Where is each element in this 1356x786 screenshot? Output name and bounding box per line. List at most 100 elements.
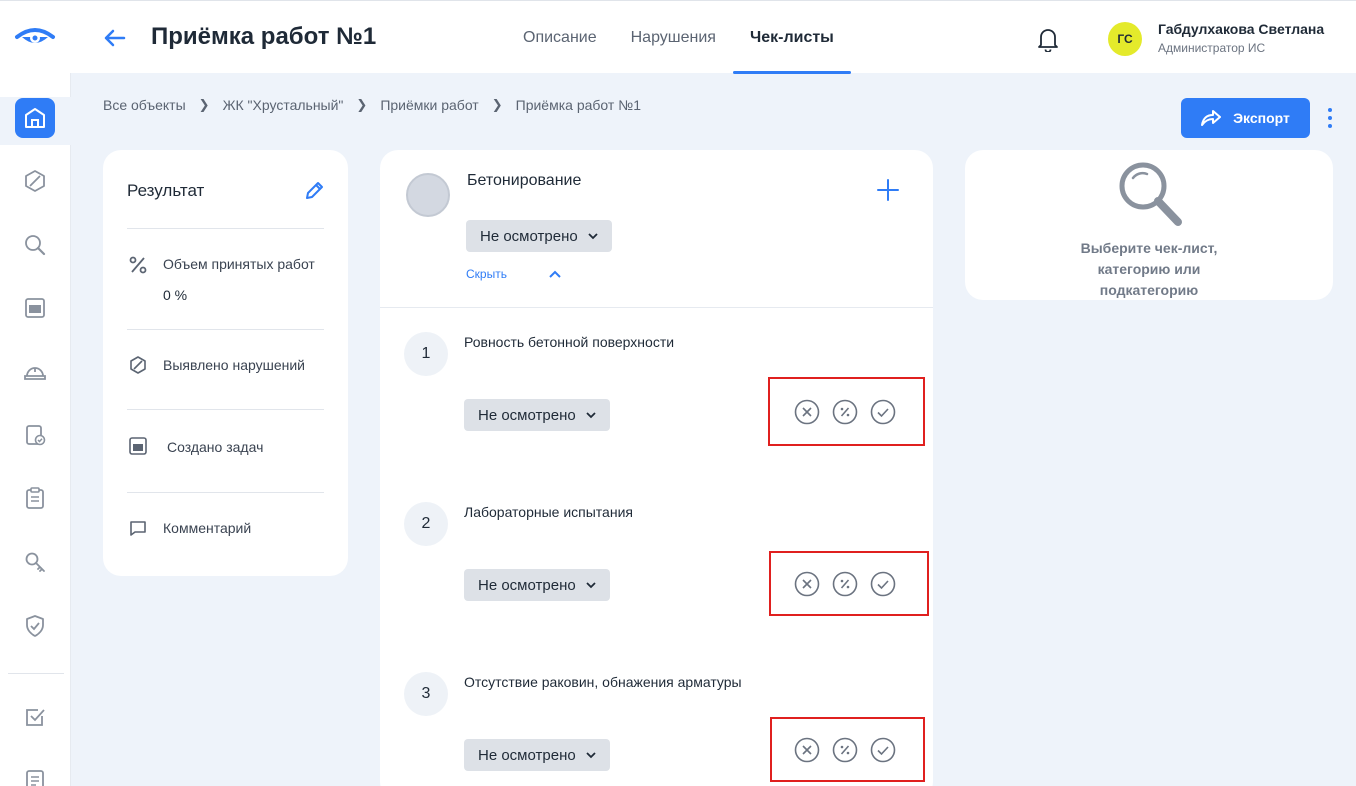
item-actions-group xyxy=(768,377,925,446)
clipboard-check-icon xyxy=(26,425,46,446)
item-status-dropdown[interactable]: Не осмотрено xyxy=(464,399,610,431)
status-label: Не осмотрено xyxy=(478,406,576,424)
violation-icon xyxy=(25,170,45,192)
section-status-circle xyxy=(406,173,450,217)
avatar[interactable]: ГС xyxy=(1108,22,1142,56)
checklist-card: Бетонирование Не осмотрено Скрыть 1 Ровн… xyxy=(380,150,933,786)
comment-icon xyxy=(127,517,149,539)
chevron-down-icon xyxy=(588,233,598,240)
sidebar-item-checklists[interactable] xyxy=(15,478,55,518)
status-label: Не осмотрено xyxy=(478,576,576,594)
search-icon xyxy=(25,235,46,256)
app-header: Приёмка работ №1 Описание Нарушения Чек-… xyxy=(0,0,1356,74)
tab-checklists[interactable]: Чек-листы xyxy=(732,1,851,74)
accepted-volume-label: Объем принятых работ xyxy=(163,256,315,272)
empty-state-text: Выберите чек-лист, категорию или подкате… xyxy=(965,238,1333,301)
empty-state-line: категорию или xyxy=(1097,261,1201,277)
magnifier-icon xyxy=(1119,162,1182,226)
item-title: Отсутствие раковин, обнажения арматуры xyxy=(464,674,742,690)
item-number: 2 xyxy=(404,502,448,546)
chevron-down-icon xyxy=(586,412,596,419)
sidebar-item-security[interactable] xyxy=(15,606,55,646)
chevron-down-icon xyxy=(586,582,596,589)
sidebar-item-documents[interactable] xyxy=(15,288,55,328)
tasks-created-label: Создано задач xyxy=(167,439,264,455)
shield-check-icon xyxy=(26,615,44,637)
document-icon xyxy=(25,298,45,318)
checkbox-icon xyxy=(26,709,45,726)
export-button[interactable]: Экспорт xyxy=(1181,98,1310,138)
reject-icon[interactable] xyxy=(794,737,820,763)
accept-check-icon[interactable] xyxy=(870,571,896,597)
page-title: Приёмка работ №1 xyxy=(151,23,377,50)
main-tabs: Описание Нарушения Чек-листы xyxy=(506,1,851,74)
reject-icon[interactable] xyxy=(794,571,820,597)
key-icon xyxy=(25,552,45,572)
violation-icon xyxy=(127,354,149,376)
breadcrumb-acceptances[interactable]: Приёмки работ xyxy=(380,97,478,113)
plus-icon[interactable] xyxy=(876,178,900,202)
divider xyxy=(127,228,324,229)
bell-icon[interactable] xyxy=(1036,26,1060,52)
accept-check-icon[interactable] xyxy=(870,399,896,425)
divider xyxy=(127,329,324,330)
chevron-down-icon xyxy=(586,752,596,759)
empty-state-line: подкатегорию xyxy=(1099,282,1199,298)
pencil-icon[interactable] xyxy=(303,180,325,202)
result-card: Результат Объем принятых работ 0 % Выявл… xyxy=(103,150,348,576)
empty-state-card: Выберите чек-лист, категорию или подкате… xyxy=(965,150,1333,300)
sidebar-item-violations[interactable] xyxy=(15,161,55,201)
item-number: 1 xyxy=(404,332,448,376)
back-arrow-icon[interactable] xyxy=(100,23,130,53)
comment-label[interactable]: Комментарий xyxy=(163,520,251,536)
sidebar-divider xyxy=(8,673,64,674)
item-title: Лабораторные испытания xyxy=(464,504,633,520)
divider xyxy=(127,409,324,410)
violations-found-label: Выявлено нарушений xyxy=(163,357,305,373)
sidebar xyxy=(0,73,71,786)
export-label: Экспорт xyxy=(1233,110,1290,126)
divider xyxy=(127,492,324,493)
eye-logo-icon[interactable] xyxy=(14,23,56,53)
chevron-right-icon: ❯ xyxy=(491,97,503,112)
chevron-right-icon: ❯ xyxy=(198,97,210,112)
share-icon xyxy=(1201,110,1222,126)
partial-percent-icon[interactable] xyxy=(832,399,858,425)
building-icon xyxy=(25,108,45,128)
sidebar-item-inspections[interactable] xyxy=(15,225,55,265)
helmet-icon xyxy=(24,367,46,380)
partial-percent-icon[interactable] xyxy=(832,737,858,763)
breadcrumb-object[interactable]: ЖК "Хрустальный" xyxy=(223,97,344,113)
tasks-icon xyxy=(127,435,149,457)
empty-state-line: Выберите чек-лист, xyxy=(1080,240,1218,256)
user-role: Администратор ИС xyxy=(1158,41,1266,55)
item-actions-group xyxy=(769,551,929,616)
chevron-up-icon[interactable] xyxy=(548,269,562,279)
status-label: Не осмотрено xyxy=(478,746,576,764)
user-name: Габдулхакова Светлана xyxy=(1158,21,1325,37)
item-actions-group xyxy=(770,717,925,782)
breadcrumb-all-objects[interactable]: Все объекты xyxy=(103,97,186,113)
sidebar-item-keys[interactable] xyxy=(15,542,55,582)
item-status-dropdown[interactable]: Не осмотрено xyxy=(464,569,610,601)
section-status-dropdown[interactable]: Не осмотрено xyxy=(466,220,612,252)
sidebar-item-objects[interactable] xyxy=(15,98,55,138)
breadcrumb: Все объекты ❯ ЖК "Хрустальный" ❯ Приёмки… xyxy=(103,97,641,113)
sidebar-item-safety[interactable] xyxy=(15,351,55,391)
accepted-volume-value: 0 % xyxy=(163,287,188,303)
hide-link[interactable]: Скрыть xyxy=(466,267,507,281)
tab-violations[interactable]: Нарушения xyxy=(614,1,733,74)
section-title: Бетонирование xyxy=(467,172,582,189)
result-title: Результат xyxy=(127,181,205,200)
item-status-dropdown[interactable]: Не осмотрено xyxy=(464,739,610,771)
more-options-icon[interactable] xyxy=(1318,104,1342,132)
partial-percent-icon[interactable] xyxy=(832,571,858,597)
sidebar-item-reports[interactable] xyxy=(15,760,55,786)
accept-check-icon[interactable] xyxy=(870,737,896,763)
item-number: 3 xyxy=(404,672,448,716)
percent-icon xyxy=(127,254,149,276)
sidebar-item-tasks[interactable] xyxy=(15,697,55,737)
reject-icon[interactable] xyxy=(794,399,820,425)
tab-description[interactable]: Описание xyxy=(506,1,614,74)
sidebar-item-acceptance[interactable] xyxy=(15,415,55,455)
